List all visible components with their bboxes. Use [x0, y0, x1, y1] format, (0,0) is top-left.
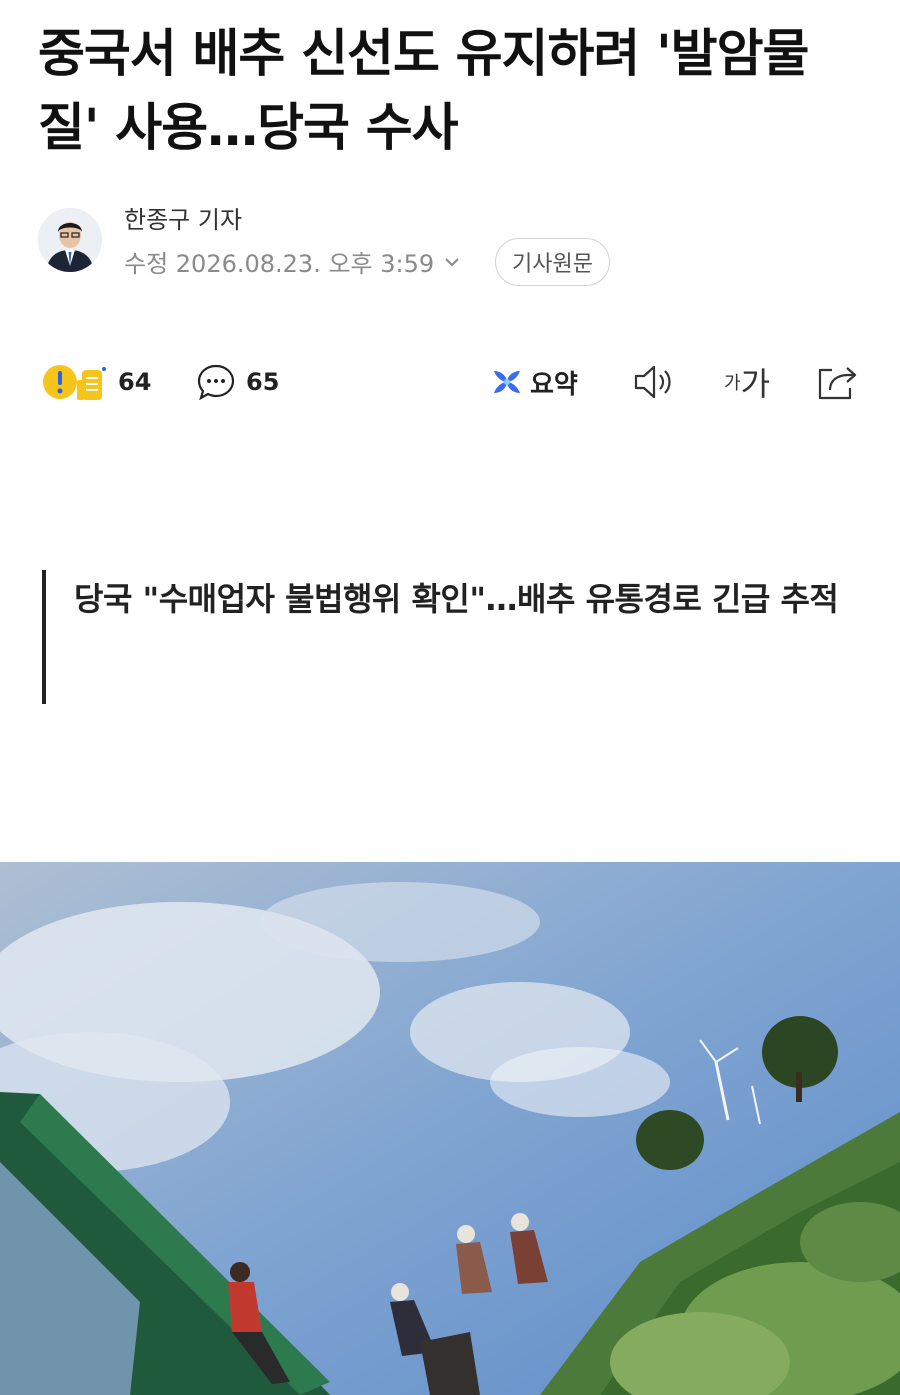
reporter-name[interactable]: 한종구 기자: [124, 200, 242, 235]
reaction-icon: [43, 365, 106, 400]
font-size-small-label: 가: [724, 373, 741, 394]
reporter-avatar[interactable]: [38, 208, 102, 272]
font-size-button[interactable]: 가가: [724, 352, 770, 412]
comment-bubble-icon: [197, 364, 235, 401]
cabbage-field-photo: [0, 862, 900, 1395]
font-size-large-label: 가: [740, 365, 771, 403]
summary-button[interactable]: 요약: [490, 352, 578, 412]
share-button[interactable]: [816, 352, 860, 412]
original-article-button[interactable]: 기사원문: [495, 238, 610, 286]
reaction-button[interactable]: 64: [42, 352, 151, 412]
subheadline: 당국 "수매업자 불법행위 확인"…배추 유통경로 긴급 추적: [74, 580, 839, 618]
article-photo[interactable]: [0, 862, 900, 1395]
subheadline-block: 당국 "수매업자 불법행위 확인"…배추 유통경로 긴급 추적: [42, 570, 846, 704]
chevron-down-icon: [445, 257, 459, 266]
comment-button[interactable]: 65: [196, 352, 279, 412]
updated-text: 수정 2026.08.23. 오후 3:59: [124, 250, 435, 278]
summary-label: 요약: [530, 369, 578, 400]
speaker-icon: [634, 365, 671, 399]
share-icon: [818, 367, 857, 400]
byline: 한종구 기자 수정 2026.08.23. 오후 3:59 기사원문: [38, 200, 868, 286]
audio-button[interactable]: [632, 352, 676, 412]
action-bar: 64 65 요약 가가: [38, 352, 868, 412]
comment-count: 65: [246, 368, 280, 396]
reaction-count: 64: [118, 368, 152, 396]
article-headline: 중국서 배추 신선도 유지하려 '발암물질' 사용…당국 수사: [38, 25, 809, 158]
updated-timestamp[interactable]: 수정 2026.08.23. 오후 3:59: [124, 244, 462, 279]
ai-summary-icon: [494, 371, 520, 393]
